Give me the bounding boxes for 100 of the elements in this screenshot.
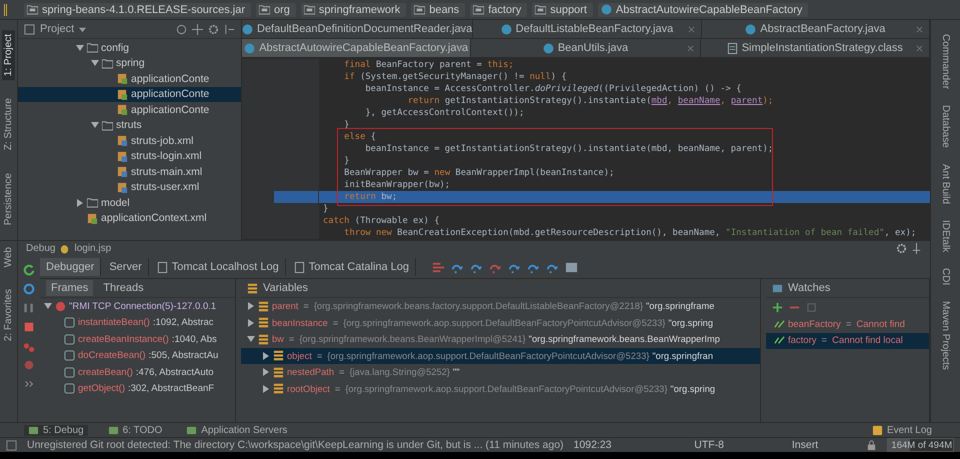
tool-window-button[interactable]: 6: TODO: [104, 424, 166, 436]
more-icon[interactable]: [23, 378, 35, 390]
close-icon[interactable]: [916, 44, 923, 52]
breadcrumb-item[interactable]: springframework: [300, 2, 406, 16]
pin-icon[interactable]: [911, 243, 922, 254]
variable-item[interactable]: rootObject = {org.springframework.aop.support.DefaultBeanFactoryPointcutAdvisor@5233} "org.spring: [241, 380, 760, 397]
breadcrumb-item[interactable]: AbstractAutowireCapableBeanFactory: [598, 2, 808, 16]
code-line: }: [242, 155, 930, 167]
tree-item[interactable]: struts-login.xml: [18, 148, 241, 164]
close-icon[interactable]: [459, 26, 466, 32]
stack-frame[interactable]: instantiateBean() :1092, Abstrac: [40, 314, 235, 331]
editor-tab[interactable]: DefaultBeanDefinitionDocumentReader.java: [242, 20, 474, 38]
tool-window-button[interactable]: Persistence: [2, 168, 15, 229]
tool-window-button[interactable]: Commander: [940, 34, 951, 90]
pause-icon[interactable]: [23, 302, 35, 314]
tool-window-button[interactable]: Ant Build: [940, 164, 951, 204]
breadcrumb-item[interactable]: beans: [411, 2, 466, 16]
tool-window-button[interactable]: CDI: [940, 268, 951, 286]
tree-item[interactable]: model: [18, 195, 241, 210]
breadcrumb-item[interactable]: org: [256, 2, 296, 16]
watch-item[interactable]: factory = Cannot find local: [766, 332, 929, 349]
variable-item[interactable]: bw = {org.springframework.beans.BeanWrapperImpl@5241} "org.springframework.beans.BeanWrapperImp: [241, 331, 760, 348]
editor-tab[interactable]: AbstractAutowireCapableBeanFactory.java: [242, 39, 472, 57]
stack-frame[interactable]: createBeanInstance() :1040, Abs: [40, 331, 235, 348]
tool-window-button[interactable]: Database: [940, 105, 951, 148]
tool-window-button[interactable]: 1: Project: [2, 30, 15, 80]
tree-item[interactable]: applicationConte: [18, 71, 241, 86]
stop-icon[interactable]: [23, 321, 35, 333]
editor-tab[interactable]: DefaultListableBeanFactory.java: [473, 20, 702, 38]
caret-position[interactable]: 1092:23: [574, 439, 684, 451]
tool-window-button[interactable]: Z: Structure: [2, 94, 15, 154]
log-file-icon: [294, 262, 305, 272]
folder-icon: [27, 4, 38, 15]
variable-item[interactable]: beanInstance = {org.springframework.aop.support.DefaultBeanFactoryPointcutAdvisor@5233} "org.spring: [241, 314, 760, 331]
debugger-tab[interactable]: Debugger: [40, 258, 102, 276]
stack-frame[interactable]: createBean() :476, AbstractAuto: [40, 364, 235, 380]
tree-item[interactable]: applicationConte: [18, 86, 241, 102]
collapsed-arrow-icon[interactable]: [76, 198, 84, 207]
stack-frame[interactable]: getObject() :302, AbstractBeanF: [40, 380, 235, 397]
watch-item[interactable]: beanFactory = Cannot find: [766, 316, 929, 332]
tool-window-button[interactable]: 5: Debug: [24, 424, 88, 436]
tree-item[interactable]: applicationContext.xml: [18, 210, 241, 226]
tool-window-button[interactable]: 2: Favorites: [2, 285, 15, 346]
code-line: initBeanWrapper(bw);: [242, 179, 930, 191]
tool-window-button[interactable]: IDEtalk: [940, 220, 951, 252]
rerun-icon[interactable]: [23, 264, 35, 276]
settings-icon[interactable]: [208, 24, 219, 34]
tool-window-button[interactable]: Maven Projects: [940, 301, 951, 370]
editor-tab[interactable]: BeanUtils.java: [471, 39, 701, 57]
stack-frame[interactable]: doCreateBean() :505, AbstractAu: [40, 348, 235, 364]
panel-tab[interactable]: Frames: [46, 280, 94, 296]
hide-icon[interactable]: [224, 24, 235, 34]
event-log-button[interactable]: Event Log: [868, 424, 936, 436]
encoding[interactable]: UTF-8: [694, 439, 782, 451]
breadcrumb-item[interactable]: factory: [470, 2, 528, 16]
tree-item[interactable]: applicationConte: [18, 102, 241, 118]
tree-item[interactable]: struts-user.xml: [18, 180, 241, 195]
memory-indicator[interactable]: 164M of 494M: [887, 438, 954, 452]
settings-icon[interactable]: [896, 243, 907, 254]
resume-icon[interactable]: [23, 283, 35, 295]
class-icon: [244, 42, 256, 54]
close-icon[interactable]: [686, 44, 694, 52]
expanded-arrow-icon[interactable]: [247, 335, 255, 344]
close-icon[interactable]: [916, 26, 923, 32]
dropdown-icon[interactable]: [79, 26, 86, 32]
execution-point-icon[interactable]: [432, 260, 446, 274]
xml-file-icon: [117, 166, 128, 178]
debugger-tab[interactable]: Server: [103, 258, 149, 276]
code-editor[interactable]: [242, 58, 930, 240]
tool-window-button[interactable]: Application Servers: [182, 424, 292, 436]
close-icon[interactable]: [457, 44, 464, 52]
status-message[interactable]: Unregistered Git root detected: The directory C:\workspace\git\KeepLearning is under Git, but is ... (11 minutes ago): [27, 439, 564, 451]
tree-item[interactable]: struts-job.xml: [18, 133, 241, 148]
breadcrumb-item[interactable]: spring-beans-4.1.0.RELEASE-sources.jar: [24, 2, 251, 16]
panel-tab[interactable]: Threads: [98, 280, 149, 296]
add-icon[interactable]: [772, 302, 783, 312]
message-icon[interactable]: [6, 440, 17, 450]
tool-window-button[interactable]: Web: [2, 242, 15, 272]
tree-item[interactable]: spring: [18, 56, 241, 71]
run-config-tab[interactable]: login.jsp: [74, 243, 112, 254]
expanded-arrow-icon[interactable]: [91, 121, 99, 130]
tree-item[interactable]: config: [18, 40, 241, 56]
collapse-icon[interactable]: [192, 24, 203, 34]
close-icon[interactable]: [688, 26, 695, 32]
tree-item[interactable]: struts: [18, 118, 241, 133]
code-line: }: [242, 203, 930, 215]
insert-mode[interactable]: Insert: [792, 439, 856, 451]
evaluate-icon[interactable]: [565, 260, 578, 274]
tree-item[interactable]: struts-main.xml: [18, 164, 241, 180]
breadcrumb-item[interactable]: support: [532, 2, 593, 16]
variable-item[interactable]: object = {org.springframework.aop.support.DefaultBeanFactoryPointcutAdvisor@5233} "org.springfran: [241, 348, 760, 364]
scroll-from-source-icon[interactable]: [176, 24, 187, 34]
thread-item[interactable]: "RMI TCP Connection(5)-127.0.0.1: [40, 298, 235, 314]
variable-item[interactable]: nestedPath = {java.lang.String@5252} "": [241, 364, 760, 380]
lock-icon[interactable]: [866, 440, 878, 450]
expand-arrow-icon[interactable]: [44, 302, 52, 310]
panel-title[interactable]: Project: [40, 23, 74, 35]
variable-item[interactable]: parent = {org.springframework.beans.factory.support.DefaultListableBeanFactory@2218} "org.springframe: [241, 298, 760, 314]
debugger-tab[interactable]: Tomcat Catalina Log: [288, 258, 416, 276]
debugger-tab[interactable]: Tomcat Localhost Log: [150, 258, 286, 276]
